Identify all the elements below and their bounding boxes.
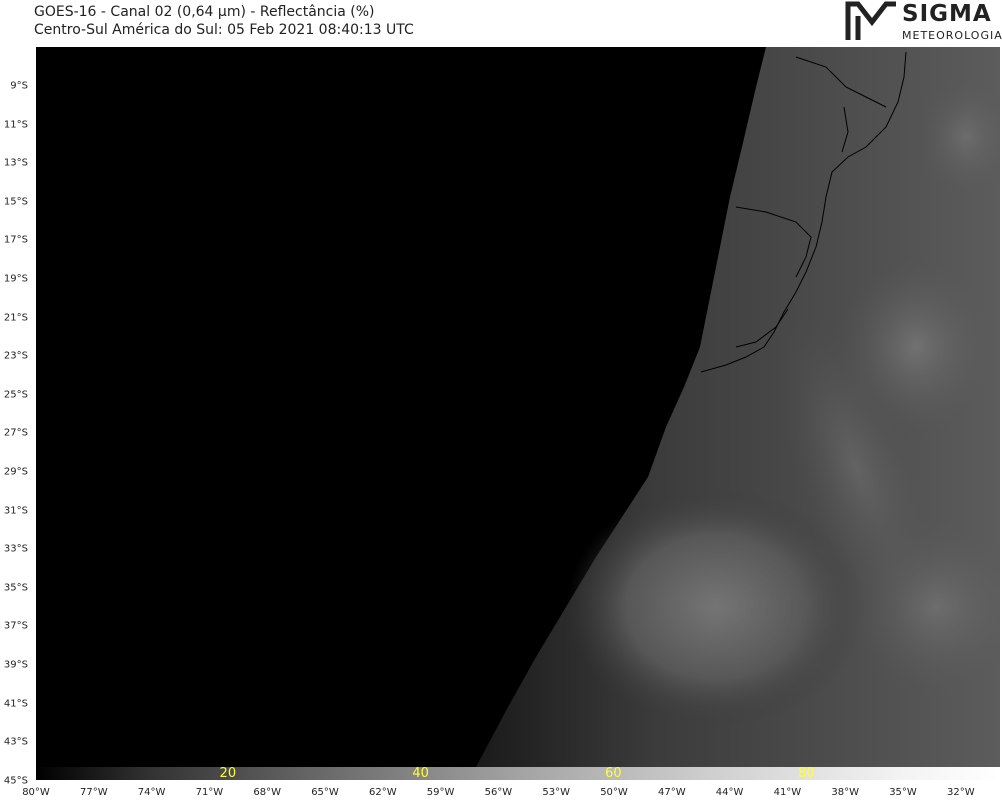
longitude-label: 56°W — [484, 787, 513, 798]
colorbar-label: 40 — [412, 766, 429, 781]
latitude-label: 37°S — [3, 620, 28, 632]
latitude-label: 21°S — [3, 312, 28, 324]
logo-subtitle: METEOROLOGIA — [902, 29, 1002, 42]
longitude-label: 32°W — [946, 787, 975, 798]
latitude-label: 29°S — [3, 466, 28, 478]
longitude-label: 68°W — [253, 787, 281, 798]
latitude-label: 41°S — [3, 698, 28, 710]
longitude-label: 53°W — [542, 787, 570, 798]
longitude-label: 77°W — [79, 787, 108, 798]
longitude-label: 74°W — [137, 787, 166, 798]
sigma-m-icon — [845, 1, 896, 40]
longitude-label: 65°W — [311, 787, 339, 798]
title-block: GOES-16 - Canal 02 (0,64 µm) - Reflectân… — [34, 3, 414, 39]
latitude-label: 23°S — [3, 350, 28, 362]
latitude-label: 45°S — [3, 775, 28, 787]
satellite-canvas — [36, 47, 1000, 767]
longitude-label: 44°W — [715, 787, 744, 798]
longitude-label: 59°W — [426, 787, 455, 798]
latitude-label: 9°S — [10, 80, 28, 92]
longitude-label: 47°W — [657, 787, 686, 798]
latitude-label: 19°S — [3, 273, 28, 285]
sigma-logo: SIGMA METEOROLOGIA — [844, 0, 1002, 44]
longitude-label: 62°W — [368, 787, 397, 798]
satellite-image — [36, 47, 1000, 767]
longitude-label: 50°W — [600, 787, 628, 798]
colorbar-label: 20 — [219, 766, 237, 781]
map-subtitle: Centro-Sul América do Sul: 05 Feb 2021 0… — [34, 22, 414, 38]
longitude-label: 80°W — [22, 787, 50, 798]
longitude-label: 38°W — [831, 787, 859, 798]
latitude-label: 15°S — [3, 196, 28, 208]
colorbar-label: 60 — [605, 766, 622, 781]
latitude-label: 17°S — [3, 234, 28, 246]
latitude-label: 13°S — [3, 157, 28, 169]
colorbar: 20 40 60 80 — [36, 766, 1000, 781]
latitude-label: 43°S — [3, 736, 28, 748]
latitude-label: 25°S — [3, 389, 28, 401]
latitude-label: 11°S — [3, 119, 28, 131]
colorbar-label: 80 — [797, 766, 815, 781]
longitude-label: 41°W — [773, 787, 802, 798]
latitude-label: 39°S — [3, 659, 28, 671]
logo-brand: SIGMA — [902, 1, 992, 27]
map-title: GOES-16 - Canal 02 (0,64 µm) - Reflectân… — [34, 4, 375, 20]
latitude-label: 35°S — [3, 582, 28, 594]
latitude-label: 31°S — [3, 505, 28, 517]
longitude-label: 35°W — [889, 787, 917, 798]
longitude-label: 71°W — [195, 787, 224, 798]
latitude-label: 27°S — [3, 427, 28, 439]
latitude-label: 33°S — [3, 543, 28, 555]
